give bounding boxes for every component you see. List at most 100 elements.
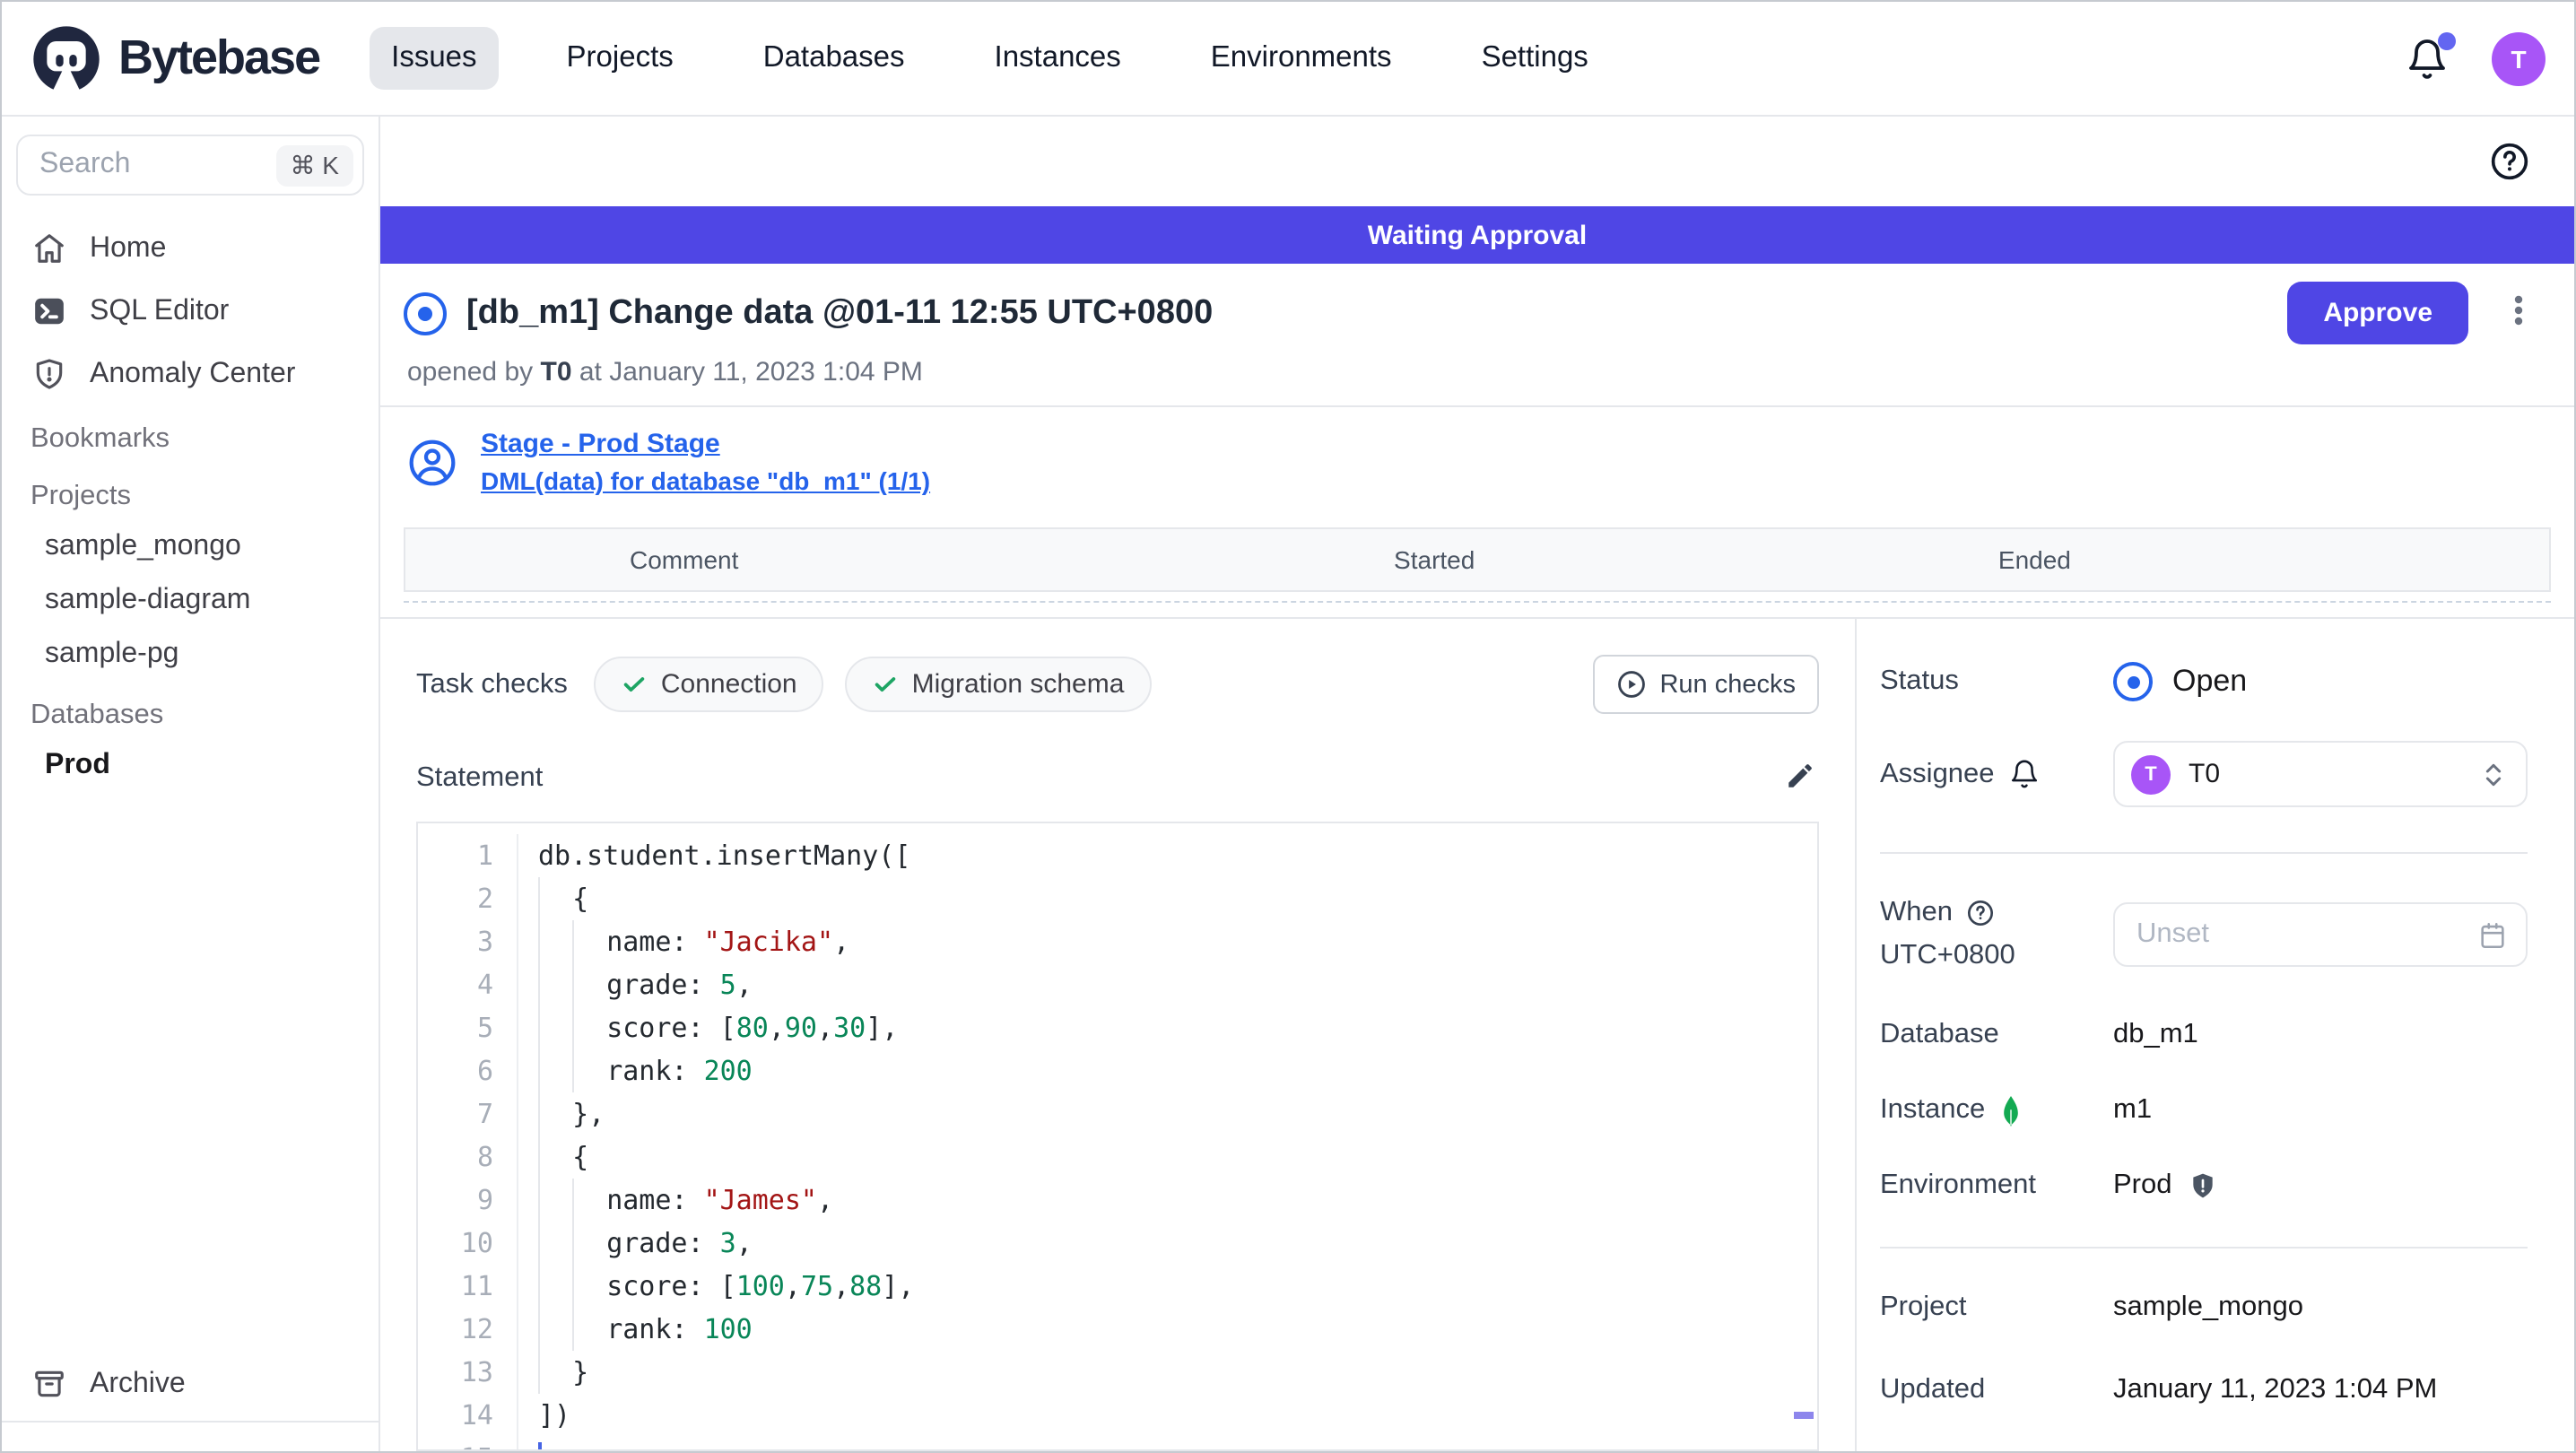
task-detail-pane: Task checks Connection Migration schema R… (380, 619, 1855, 1451)
shield-exclamation-icon (36, 359, 63, 389)
divider (1880, 1247, 2528, 1249)
sidebar-item-label: Archive (90, 1368, 186, 1398)
code-line: 13} (418, 1351, 1817, 1394)
task-check-pill[interactable]: Migration schema (845, 657, 1152, 712)
search-input[interactable]: Search ⌘ K (16, 135, 364, 196)
code-lines: 1 db.student.insertMany([2{3 name: "Jacika… (418, 834, 1817, 1449)
task-check-pill[interactable]: Connection (594, 657, 824, 712)
when-placeholder: Unset (2137, 918, 2209, 949)
overview-ruler-mark (1794, 1412, 1814, 1419)
code-line: 9 name: "James", (418, 1179, 1817, 1222)
column-header-started: Started (1394, 545, 1475, 574)
sidebar-item-label: SQL Editor (90, 295, 230, 326)
task-check-pills: Connection Migration schema (594, 657, 1152, 712)
search-placeholder: Search (39, 149, 131, 179)
bytebase-app-window: Bytebase Issues Projects Databases Instance… (0, 0, 2576, 1453)
top-navbar: Bytebase Issues Projects Databases Instance… (2, 2, 2574, 117)
sidebar-item-home[interactable]: Home (16, 217, 364, 280)
issue-detail-sidebar: Status Open Assignee T T0 When UTC+0800 … (1855, 619, 2574, 1451)
code-line: 6 rank: 200 (418, 1049, 1817, 1092)
sidebar-project-sample-diagram[interactable]: sample-diagram (16, 574, 364, 628)
issue-status-open-icon (404, 291, 447, 335)
project-label: Project (1880, 1292, 1967, 1322)
statement-label: Statement (416, 762, 544, 793)
task-table-empty-row (404, 592, 2551, 603)
chevron-up-down-icon (2485, 762, 2502, 786)
code-line: 1 db.student.insertMany([ (418, 834, 1817, 877)
user-avatar[interactable]: T (2492, 31, 2546, 85)
when-datetime-input[interactable]: Unset (2113, 902, 2528, 967)
when-label: When UTC+0800 (1880, 897, 2113, 972)
text-cursor (538, 1442, 542, 1449)
issue-header: [db_m1] Change data @01-11 12:55 UTC+080… (380, 264, 2574, 407)
run-checks-button[interactable]: Run checks (1593, 655, 1819, 714)
sidebar-item-sql-editor[interactable]: SQL Editor (16, 280, 364, 343)
divider (1880, 852, 2528, 854)
environment-value[interactable]: Prod (2113, 1170, 2528, 1202)
code-line: 5 score: [80,90,30], (418, 1006, 1817, 1049)
sidebar-project-sample-pg[interactable]: sample-pg (16, 628, 364, 682)
database-value[interactable]: db_m1 (2113, 1019, 2528, 1051)
subscribe-bell-icon[interactable] (2009, 759, 2040, 789)
updated-label: Updated (1880, 1374, 1986, 1405)
environment-label: Environment (1880, 1170, 2037, 1200)
help-icon[interactable] (2490, 142, 2529, 181)
column-header-comment: Comment (630, 545, 739, 574)
sidebar-database-list: Prod (16, 739, 364, 793)
brand-logo[interactable]: Bytebase (30, 22, 321, 94)
task-checks-label: Task checks (416, 668, 568, 699)
nav-tab-databases[interactable]: Databases (742, 27, 927, 90)
status-label: Status (1880, 666, 1959, 696)
status-open-icon (2113, 662, 2153, 701)
edit-statement-button[interactable] (1781, 757, 1819, 800)
help-circle-icon[interactable] (1965, 899, 1994, 927)
statement-code-editor[interactable]: 1 db.student.insertMany([2{3 name: "Jacika… (416, 822, 1819, 1451)
sidebar-section-databases: Databases (30, 700, 164, 730)
left-sidebar: Search ⌘ K Home SQL Editor Anomaly Cente… (2, 117, 380, 1451)
home-icon (35, 234, 64, 263)
play-circle-icon (1618, 671, 1646, 698)
sidebar-item-anomaly-center[interactable]: Anomaly Center (16, 343, 364, 405)
main-content: Waiting Approval [db_m1] Change data @01… (380, 117, 2574, 1451)
task-table-header: Comment Started Ended (404, 527, 2551, 592)
issue-opened-line: opened by T0 at January 11, 2023 1:04 PM (407, 357, 923, 387)
code-line: 12 rank: 100 (418, 1308, 1817, 1351)
more-actions-button[interactable] (2499, 289, 2538, 337)
nav-tab-settings[interactable]: Settings (1460, 27, 1610, 90)
check-icon (624, 677, 646, 692)
bytebase-logo-icon (33, 25, 100, 93)
code-line: 10 grade: 3, (418, 1222, 1817, 1265)
sidebar-item-label: Home (90, 232, 167, 263)
sidebar-project-sample_mongo[interactable]: sample_mongo (16, 520, 364, 574)
notification-bell-button[interactable] (2406, 31, 2456, 80)
when-timezone: UTC+0800 (1880, 940, 2015, 970)
approve-button[interactable]: Approve (2287, 282, 2468, 344)
code-line: 15 (418, 1437, 1817, 1449)
instance-label: Instance (1880, 1094, 2113, 1127)
issue-opened-user: T0 (540, 357, 572, 387)
nav-tab-instances[interactable]: Instances (973, 27, 1143, 90)
task-link[interactable]: DML(data) for database "db_m1" (1/1) (481, 466, 930, 495)
stage-link[interactable]: Stage - Prod Stage (481, 429, 930, 459)
sidebar-section-bookmarks: Bookmarks (30, 423, 170, 454)
project-value[interactable]: sample_mongo (2113, 1292, 2528, 1324)
nav-tab-projects[interactable]: Projects (545, 27, 695, 90)
task-run-table: Comment Started Ended (404, 527, 2551, 603)
main-nav-tabs: Issues Projects Databases Instances Environm… (370, 27, 1610, 90)
nav-tab-environments[interactable]: Environments (1189, 27, 1414, 90)
database-label: Database (1880, 1019, 1999, 1049)
instance-value[interactable]: m1 (2113, 1094, 2528, 1127)
sidebar-item-archive[interactable]: Archive (16, 1351, 364, 1417)
stage-section: Stage - Prod Stage DML(data) for databas… (380, 407, 2574, 520)
sidebar-database-prod[interactable]: Prod (16, 739, 364, 793)
assignee-name: T0 (2189, 759, 2221, 789)
kebab-menu-icon (2514, 295, 2523, 326)
nav-tab-issues[interactable]: Issues (370, 27, 499, 90)
updated-value: January 11, 2023 1:04 PM (2113, 1374, 2438, 1405)
archive-box-icon (35, 1370, 64, 1397)
brand-name: Bytebase (118, 30, 321, 84)
assignee-select[interactable]: T T0 (2113, 741, 2528, 807)
code-line: 7}, (418, 1092, 1817, 1135)
code-line: 4 grade: 5, (418, 963, 1817, 1006)
terminal-icon (35, 298, 64, 325)
